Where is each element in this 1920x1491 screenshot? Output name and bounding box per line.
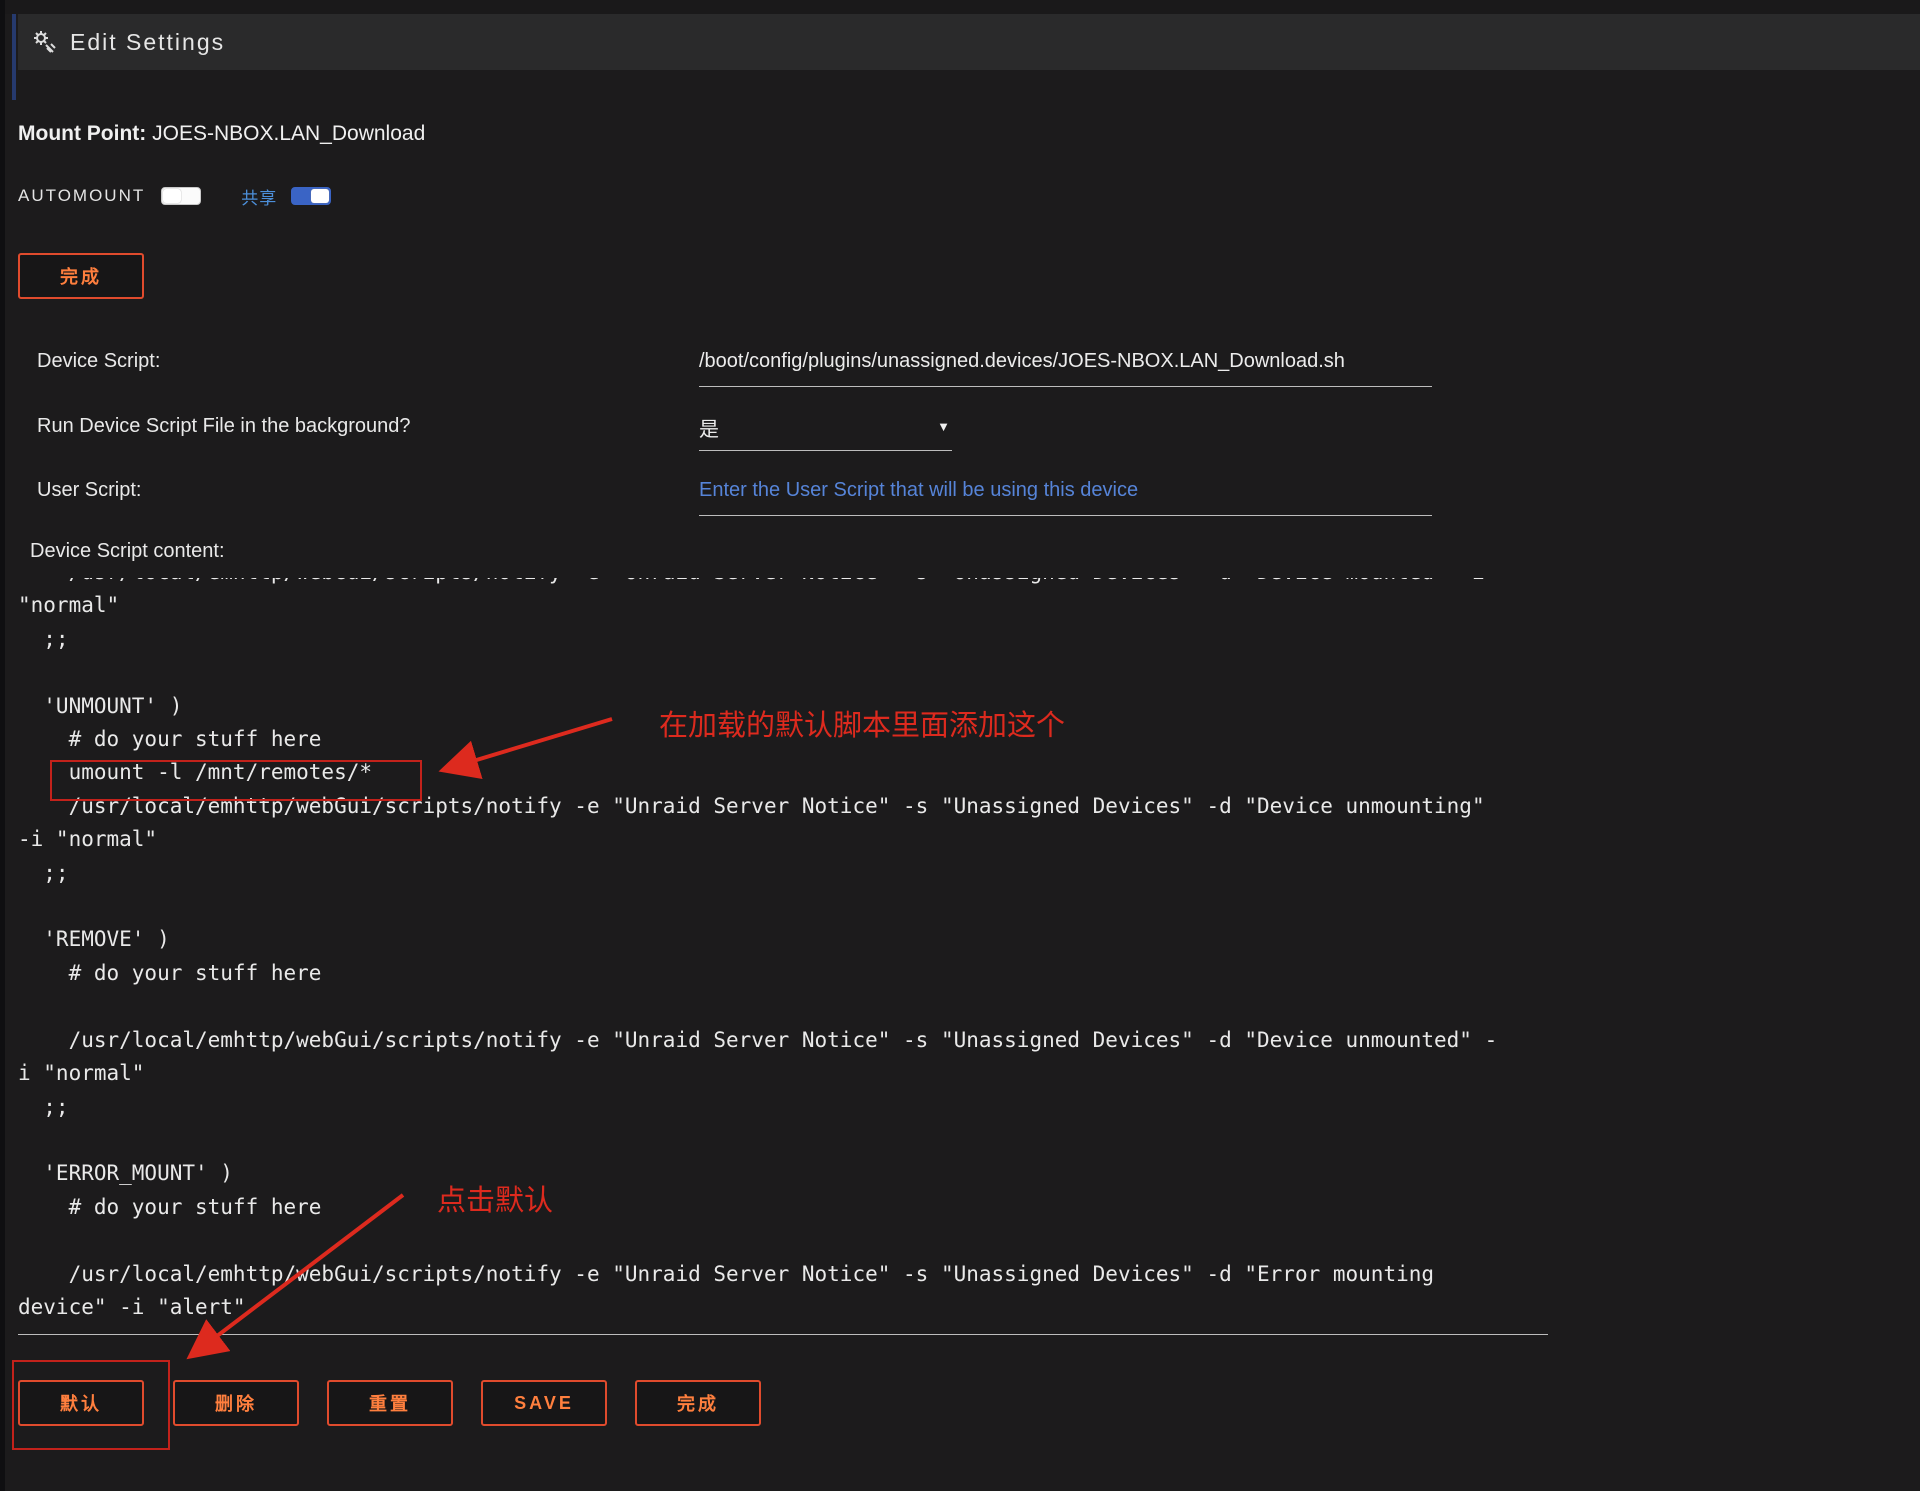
background-label: Run Device Script File in the background… [37,415,411,437]
script-line: -i "normal" [18,827,158,852]
reset-button[interactable]: 重置 [327,1380,453,1426]
dropdown-arrow-icon: ▼ [937,419,950,434]
left-edge [0,0,5,1491]
highlight-umount-line [50,760,422,801]
page-title: Edit Settings [70,28,226,55]
toggle-bar: AUTOMOUNT 共享 [18,178,332,214]
automount-switch[interactable] [161,187,202,205]
script-line: 'REMOVE' ) [43,927,170,952]
share-label: 共享 [241,188,278,208]
mount-point-value: JOES-NBOX.LAN_Download [152,122,426,145]
script-line: 'ERROR_MOUNT' ) [43,1161,233,1186]
switch-knob [311,189,330,203]
device-script-label: Device Script: [37,350,161,372]
top-strip [0,0,1920,14]
delete-button[interactable]: 删除 [173,1380,299,1426]
script-editor[interactable]: /usr/local/emhttp/webGui/scripts/notify … [18,578,1548,1335]
script-line: /usr/local/emhttp/webGui/scripts/notify … [18,578,1485,584]
script-line: "normal" [18,593,120,618]
user-script-label: User Script: [37,479,142,501]
edit-settings-page: Edit Settings Mount Point: JOES-NBOX.LAN… [0,0,1920,1491]
left-edge-accent [12,14,16,100]
script-content: /usr/local/emhttp/webGui/scripts/notify … [18,578,1497,1324]
background-select-value: 是 [699,419,719,441]
script-line: # do your stuff here [68,727,322,752]
default-button[interactable]: 默认 [18,1380,144,1426]
save-button[interactable]: SAVE [481,1380,607,1426]
automount-label: AUTOMOUNT [18,186,146,205]
annotation-add-this: 在加载的默认脚本里面添加这个 [659,708,1066,742]
script-line: ;; [43,1094,69,1119]
script-line: ;; [43,860,69,885]
script-line: # do your stuff here [68,1194,322,1219]
annotation-click-default: 点击默认 [437,1183,554,1217]
device-script-content-label: Device Script content: [30,540,225,562]
share-switch[interactable] [291,187,332,205]
script-line: i "normal" [18,1061,145,1086]
script-line: ;; [43,626,69,651]
script-line: /usr/local/emhttp/webGui/scripts/notify … [68,1261,1435,1286]
script-line: device" -i "alert" [18,1294,246,1319]
device-script-field[interactable]: /boot/config/plugins/unassigned.devices/… [699,350,1432,387]
background-select[interactable]: 是 ▼ [699,413,952,451]
user-script-input[interactable]: Enter the User Script that will be using… [699,479,1432,516]
gear-icon [34,31,56,53]
switch-knob [163,189,182,203]
title-bar: Edit Settings [18,14,1920,70]
done-button-top[interactable]: 完成 [18,253,144,299]
mount-point: Mount Point: JOES-NBOX.LAN_Download [18,122,425,146]
script-line: /usr/local/emhttp/webGui/scripts/notify … [68,1027,1498,1052]
script-line: # do your stuff here [68,960,322,985]
mount-point-label: Mount Point: [18,122,147,145]
script-line: 'UNMOUNT' ) [43,693,183,718]
done-button[interactable]: 完成 [635,1380,761,1426]
